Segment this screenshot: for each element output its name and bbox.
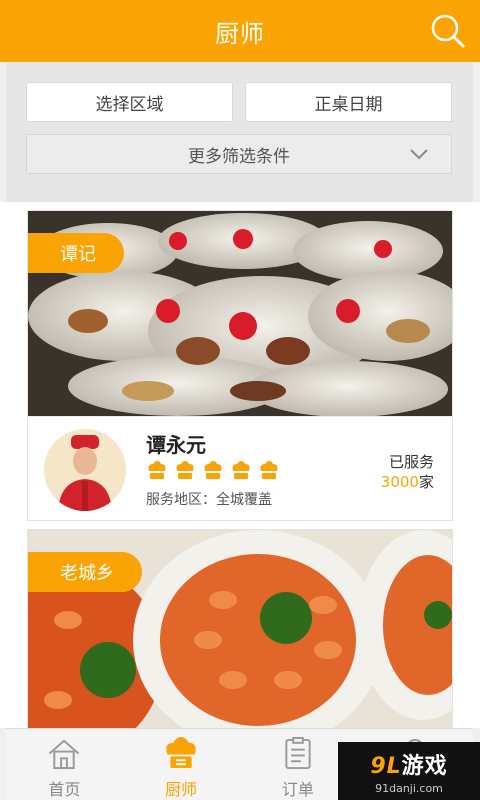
chef-hat-rating-icon: [176, 461, 194, 479]
region-select-label: 选择区域: [95, 94, 164, 115]
nav-home[interactable]: 首页: [6, 729, 123, 800]
nav-home-label: 首页: [48, 780, 81, 799]
chef-hat-rating-icon: [260, 461, 278, 479]
home-icon: [49, 739, 80, 770]
shop-tag: 谭记: [28, 233, 124, 273]
chevron-down-icon: [410, 149, 428, 160]
watermark-logo: 9L游戏 91danji.com: [338, 742, 480, 800]
nav-orders-label: 订单: [281, 780, 314, 799]
search-button[interactable]: [426, 9, 470, 53]
chef-card[interactable]: 谭记 谭永元 服务地区：全城覆盖 已服务 3000家: [27, 210, 453, 521]
nav-chef-label: 厨师: [165, 780, 198, 799]
chef-name: 谭永元: [146, 433, 206, 457]
app-header: 厨师: [0, 0, 480, 62]
watermark-text: 游戏: [401, 753, 448, 779]
chef-card[interactable]: 老城乡: [27, 529, 453, 728]
page-title: 厨师: [215, 19, 265, 48]
service-area: 服务地区：全城覆盖: [146, 492, 272, 508]
watermark-domain: 91danji.com: [375, 781, 443, 795]
watermark-l: L: [386, 753, 402, 779]
banquet-dishes-photo: 谭记: [28, 211, 452, 416]
search-icon: [431, 14, 465, 48]
filter-panel: 选择区域 正桌日期 更多筛选条件: [6, 62, 473, 202]
chef-hat-rating-icon: [232, 461, 250, 479]
chef-list[interactable]: 谭记 谭永元 服务地区：全城覆盖 已服务 3000家 老城乡: [0, 202, 480, 728]
chef-info: 谭永元 服务地区：全城覆盖 已服务 3000家: [28, 416, 452, 520]
shop-tag: 老城乡: [28, 552, 142, 592]
served-label: 已服务: [388, 453, 434, 471]
date-select-label: 正桌日期: [314, 94, 383, 115]
more-filters-button[interactable]: 更多筛选条件: [26, 134, 452, 174]
served-count-number: 3000: [380, 473, 419, 491]
order-icon: [285, 737, 311, 770]
shrimp-platter-photo: 老城乡: [28, 530, 452, 728]
date-select-button[interactable]: 正桌日期: [245, 82, 452, 122]
avatar: [44, 429, 126, 511]
chef-hat-rating-icon: [204, 461, 222, 479]
served-count-unit: 家: [418, 473, 434, 491]
rating-stars: [146, 461, 280, 481]
region-select-button[interactable]: 选择区域: [26, 82, 233, 122]
more-filters-label: 更多筛选条件: [188, 146, 290, 167]
served-count: 3000家: [381, 471, 434, 492]
watermark-num: 9: [370, 753, 387, 779]
nav-chef[interactable]: 厨师: [123, 729, 240, 800]
watermark-brand: 9L游戏: [370, 748, 447, 780]
chef-hat-icon: [166, 737, 196, 769]
chef-hat-rating-icon: [148, 461, 166, 479]
